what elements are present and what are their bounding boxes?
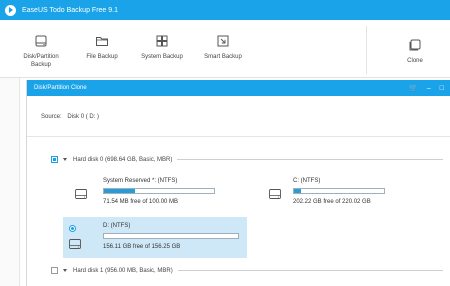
disk-1-checkbox[interactable]	[51, 267, 58, 274]
app-title: EaseUS Todo Backup Free 9.1	[22, 6, 118, 14]
dialog-title: Disk/Partition Clone	[34, 85, 87, 91]
partition-name: D: (NTFS)	[103, 223, 131, 229]
partition-system-reserved[interactable]: System Reserved *: (NTFS) 71.54 MB free …	[67, 174, 247, 214]
clone-icon	[409, 39, 421, 51]
system-backup-label: System Backup	[141, 54, 183, 60]
hard-disk-icon	[269, 189, 281, 199]
disk-partition-clone-dialog: Disk/Partition Clone 🛒 – □ Source: Disk …	[26, 80, 450, 286]
partition-d-radio[interactable]	[69, 225, 76, 232]
title-bar: EaseUS Todo Backup Free 9.1	[0, 0, 450, 20]
dialog-divider	[27, 136, 450, 137]
file-backup-label: File Backup	[86, 54, 118, 60]
source-label: Source:	[41, 114, 62, 120]
clone-button[interactable]: Clone	[400, 38, 430, 65]
partition-free-space: 71.54 MB free of 100.00 MB	[103, 199, 179, 205]
hard-disk-icon	[75, 189, 87, 199]
hard-disk-icon	[35, 35, 47, 47]
disk-0-label: Hard disk 0 (698.64 GB, Basic, MBR)	[73, 156, 173, 163]
app-window: EaseUS Todo Backup Free 9.1 Disk/Partiti…	[0, 0, 450, 286]
main-toolbar: Disk/Partition Backup File Backup System…	[0, 20, 450, 78]
clone-label: Clone	[407, 58, 423, 64]
partition-name: System Reserved *: (NTFS)	[103, 178, 178, 184]
file-backup-button[interactable]: File Backup	[84, 34, 120, 61]
partition-usage-bar	[103, 188, 215, 194]
source-value: Disk 0 ( D: )	[67, 114, 100, 120]
windows-icon	[156, 35, 168, 47]
smart-backup-label: Smart Backup	[204, 54, 242, 60]
source-row: Source: Disk 0 ( D: )	[41, 114, 103, 120]
collapse-arrow-icon[interactable]	[63, 158, 67, 161]
dialog-title-bar: Disk/Partition Clone 🛒 – □	[27, 80, 450, 96]
minimize-icon[interactable]: –	[427, 85, 431, 92]
partition-usage-bar	[293, 188, 385, 194]
partition-c[interactable]: C: (NTFS) 202.22 GB free of 220.02 GB	[263, 174, 443, 214]
disk-partition-backup-label: Disk/Partition Backup	[23, 54, 59, 68]
disk-0-rule	[177, 159, 443, 160]
disk-header-1[interactable]: Hard disk 1 (956.00 MB, Basic, MBR)	[51, 267, 443, 274]
cart-icon[interactable]: 🛒	[409, 84, 418, 92]
smart-backup-icon	[217, 35, 229, 47]
left-sidebar	[0, 78, 20, 286]
partition-usage-bar	[103, 233, 239, 239]
folder-icon	[96, 37, 108, 46]
disk-partition-backup-button[interactable]: Disk/Partition Backup	[14, 34, 68, 69]
disk-1-label: Hard disk 1 (956.00 MB, Basic, MBR)	[73, 267, 173, 274]
partition-free-space: 202.22 GB free of 220.02 GB	[293, 199, 371, 205]
toolbar-separator	[366, 26, 367, 74]
disk-1-rule	[177, 270, 443, 271]
maximize-icon[interactable]: □	[440, 85, 444, 92]
disk-0-checkbox[interactable]	[51, 156, 58, 163]
partition-free-space: 156.11 GB free of 156.25 GB	[103, 244, 181, 250]
system-backup-button[interactable]: System Backup	[138, 34, 186, 61]
partition-usage-fill	[294, 189, 302, 193]
collapse-arrow-icon[interactable]	[63, 269, 67, 272]
partition-usage-fill	[104, 189, 135, 193]
smart-backup-button[interactable]: Smart Backup	[200, 34, 246, 61]
partition-d[interactable]: D: (NTFS) 156.11 GB free of 156.25 GB	[63, 217, 247, 258]
partition-name: C: (NTFS)	[293, 178, 321, 184]
hard-disk-icon	[69, 239, 81, 249]
app-logo-icon	[5, 4, 16, 16]
disk-header-0[interactable]: Hard disk 0 (698.64 GB, Basic, MBR)	[51, 156, 443, 163]
